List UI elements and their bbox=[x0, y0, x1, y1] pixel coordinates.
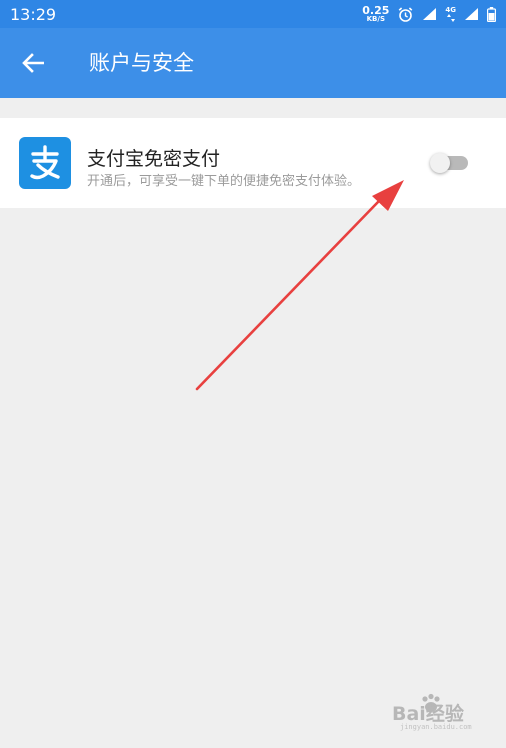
status-icons: 0.25 KB/S 4G bbox=[362, 0, 496, 28]
back-button[interactable] bbox=[16, 46, 50, 80]
signal-icon-2 bbox=[464, 7, 479, 21]
alarm-icon bbox=[397, 6, 414, 23]
annotation-arrow bbox=[195, 180, 404, 391]
setting-description: 开通后，可享受一键下单的便捷免密支付体验。 bbox=[87, 174, 361, 189]
arrow-left-icon bbox=[22, 53, 44, 73]
status-bar: 13:29 0.25 KB/S 4G bbox=[0, 0, 506, 28]
data-arrows-icon bbox=[446, 13, 455, 22]
page-title: 账户与安全 bbox=[89, 51, 194, 75]
toggle-thumb bbox=[430, 153, 450, 173]
screen: 13:29 0.25 KB/S 4G 账户与安全 支付宝免密支付 开通后，可享受… bbox=[0, 0, 506, 748]
setting-title: 支付宝免密支付 bbox=[87, 148, 221, 170]
signal-icon bbox=[422, 7, 437, 21]
watermark-subtext: jingyan.baidu.com bbox=[400, 723, 472, 731]
battery-icon bbox=[487, 6, 496, 22]
watermark: Bai经验 jingyan.baidu.com bbox=[392, 693, 497, 733]
app-bar: 账户与安全 bbox=[0, 28, 506, 98]
watermark-text: Bai经验 bbox=[392, 703, 464, 725]
network-speed-unit: KB/S bbox=[366, 15, 385, 23]
mobile-data-icon: 4G bbox=[445, 5, 456, 22]
status-time: 13:29 bbox=[10, 4, 57, 24]
network-speed: 0.25 KB/S bbox=[362, 5, 389, 23]
password-free-toggle[interactable] bbox=[430, 153, 468, 173]
network-type: 4G bbox=[445, 5, 456, 14]
alipay-icon bbox=[19, 137, 71, 189]
